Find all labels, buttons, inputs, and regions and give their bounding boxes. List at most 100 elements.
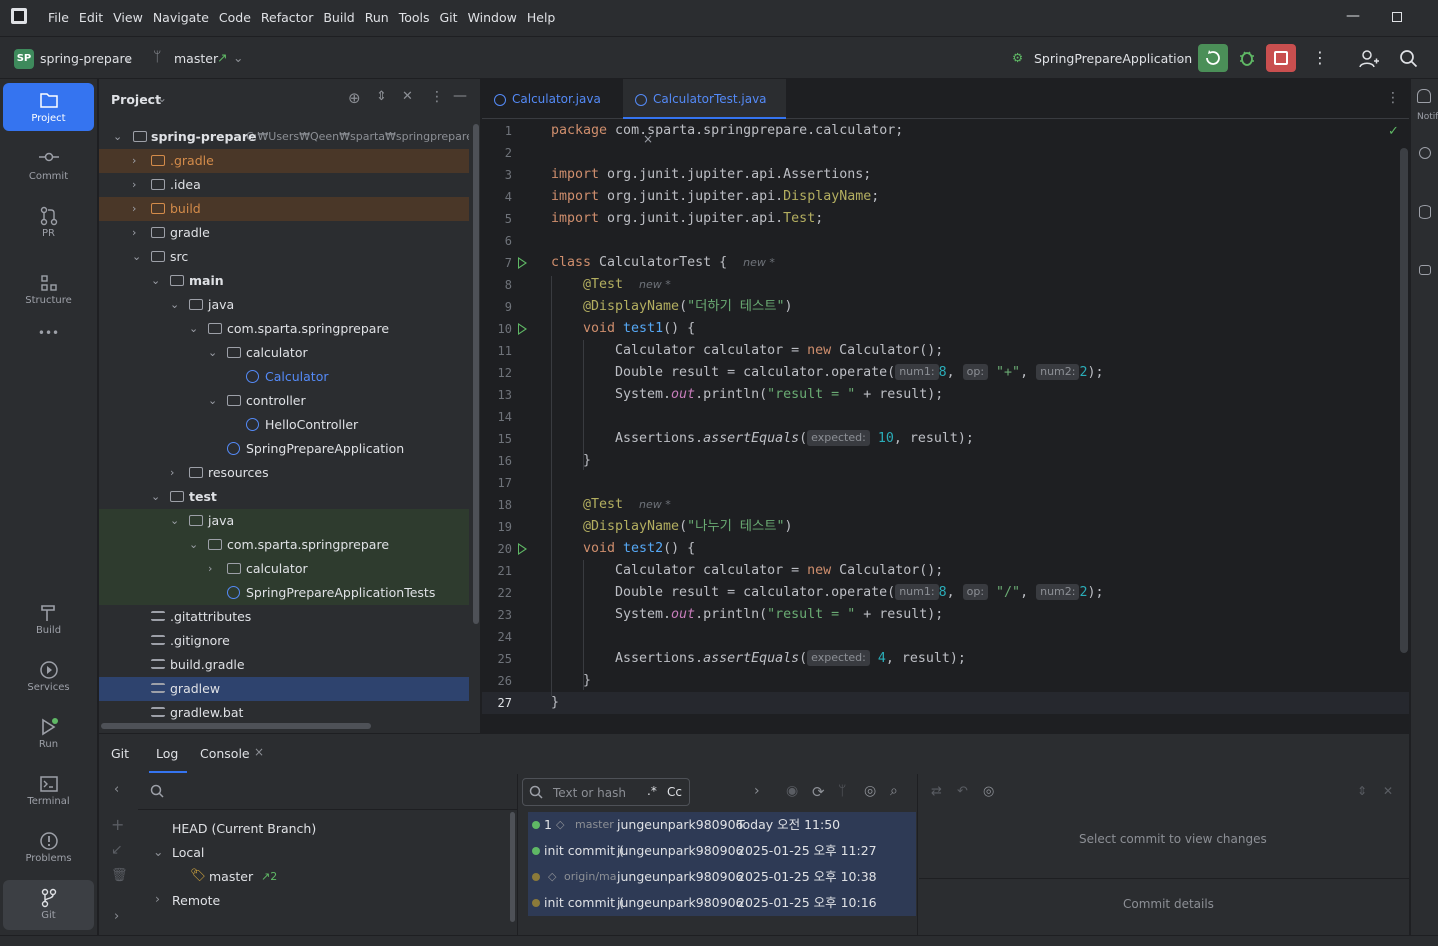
checkout-icon[interactable]: ↙	[111, 842, 123, 858]
database-icon[interactable]	[1419, 205, 1431, 219]
chevron-down-icon[interactable]: ⌄	[189, 533, 201, 557]
branches-scrollbar[interactable]	[510, 812, 515, 922]
tree-item[interactable]: ⌄ java	[99, 509, 469, 533]
menu-tools[interactable]: Tools	[399, 10, 430, 25]
chevron-down-icon[interactable]: ⌄	[170, 509, 182, 533]
commit-row[interactable]: 1 ◇ master jungeunpark980906 Today 오전 11…	[528, 812, 916, 838]
tree-item[interactable]: › build	[99, 197, 469, 221]
tree-root[interactable]: ⌄ spring-prepare C:₩Users₩Qeen₩sparta₩sp…	[99, 125, 469, 149]
run-gutter-icon[interactable]	[518, 323, 527, 335]
tree-item[interactable]: .gitattributes	[99, 605, 469, 629]
tree-item[interactable]: SpringPrepareApplicationTests	[99, 581, 469, 605]
menu-help[interactable]: Help	[527, 10, 556, 25]
refresh-icon[interactable]: ⟳	[812, 783, 825, 801]
chevron-down-icon[interactable]: ⌄	[157, 91, 167, 105]
hide-panel-icon[interactable]: —	[453, 88, 467, 104]
diff-icon[interactable]: ⇄	[931, 784, 942, 799]
tree-item[interactable]: ⌄ main	[99, 269, 469, 293]
menu-run[interactable]: Run	[365, 10, 389, 25]
chevron-right-icon[interactable]: ›	[754, 783, 760, 799]
chevron-right-icon[interactable]: ›	[208, 557, 220, 581]
ai-assistant-icon[interactable]	[1419, 147, 1431, 159]
menu-git[interactable]: Git	[440, 10, 458, 25]
chevron-down-icon[interactable]: ⌄	[153, 844, 163, 859]
match-case-toggle[interactable]: Cc	[667, 785, 682, 799]
tree-item[interactable]: SpringPrepareApplication	[99, 437, 469, 461]
rerun-button[interactable]	[1198, 44, 1228, 72]
chevron-down-icon[interactable]: ⌄	[189, 317, 201, 341]
vertical-scrollbar[interactable]	[473, 124, 479, 624]
menu-view[interactable]: View	[113, 10, 143, 25]
editor-scrollbar[interactable]	[1400, 148, 1408, 653]
terminal-tool-button[interactable]: Terminal	[3, 766, 94, 816]
branch-filter-icon[interactable]: ᛘ	[838, 783, 846, 799]
build-tool-button[interactable]: Build	[3, 595, 94, 645]
chevron-down-icon[interactable]: ⌄	[170, 293, 182, 317]
menu-window[interactable]: Window	[468, 10, 517, 25]
tree-item[interactable]: › calculator	[99, 557, 469, 581]
project-badge[interactable]: SP	[14, 49, 34, 69]
eye-icon[interactable]: ◎	[864, 783, 876, 799]
structure-tool-button[interactable]: Structure	[3, 265, 94, 315]
find-icon[interactable]: ⌕	[890, 783, 898, 799]
project-selector[interactable]: spring-prepare	[40, 51, 132, 66]
menu-file[interactable]: File	[48, 10, 69, 25]
debug-button[interactable]	[1236, 47, 1258, 69]
stop-button[interactable]	[1266, 44, 1296, 72]
more-actions-icon[interactable]: ⋮	[1312, 48, 1328, 67]
editor-options-icon[interactable]: ⋮	[1386, 90, 1400, 106]
chevron-right-icon[interactable]: ›	[132, 173, 144, 197]
add-user-button[interactable]	[1358, 48, 1380, 70]
delete-icon[interactable]: 🗑	[111, 868, 128, 883]
bell-icon[interactable]	[1417, 89, 1431, 103]
commit-row[interactable]: ◇ origin/ma jungeunpark980906 2025-01-25…	[528, 864, 916, 890]
tab-calculator-java[interactable]: Calculator.java	[494, 79, 614, 119]
commit-tool-button[interactable]: Commit	[3, 141, 94, 191]
branch-search[interactable]	[138, 774, 518, 810]
run-gutter-icon[interactable]	[518, 543, 527, 555]
chevron-right-icon[interactable]: ›	[132, 221, 144, 245]
menu-navigate[interactable]: Navigate	[153, 10, 209, 25]
options-icon[interactable]: ⋮	[430, 89, 444, 105]
tree-item[interactable]: gradlew.bat	[99, 701, 469, 725]
tree-item[interactable]: build.gradle	[99, 653, 469, 677]
tree-item[interactable]: › .idea	[99, 173, 469, 197]
branch-master[interactable]: master	[209, 869, 253, 884]
regex-toggle[interactable]: .*	[647, 784, 657, 798]
expand-icon[interactable]: ⇕	[1357, 784, 1367, 798]
collapse-all-icon[interactable]: ✕	[402, 89, 413, 104]
chevron-down-icon[interactable]: ⌄	[208, 389, 220, 413]
collapse-icon[interactable]: ✕	[1383, 784, 1393, 798]
tree-item[interactable]: ⌄ calculator	[99, 341, 469, 365]
expand-all-icon[interactable]: ⇕	[376, 89, 387, 104]
locate-icon[interactable]: ⊕	[348, 89, 361, 107]
chevron-right-icon[interactable]: ›	[170, 461, 182, 485]
chevron-right-icon[interactable]: ›	[155, 891, 160, 906]
chevron-down-icon[interactable]: ⌄	[151, 485, 163, 509]
maximize-icon[interactable]	[1392, 12, 1402, 22]
tree-item[interactable]: HelloController	[99, 413, 469, 437]
tab-calculatortest-java[interactable]: CalculatorTest.java ×	[623, 79, 786, 146]
tree-item[interactable]: ⌄ com.sparta.springprepare	[99, 317, 469, 341]
chevron-down-icon[interactable]: ⌄	[113, 125, 125, 149]
chevron-down-icon[interactable]: ⌄	[208, 341, 220, 365]
menu-code[interactable]: Code	[219, 10, 251, 25]
pr-tool-button[interactable]: PR	[3, 198, 94, 248]
branch-head[interactable]: HEAD (Current Branch)	[172, 821, 316, 836]
tree-item[interactable]: ⌄ com.sparta.springprepare	[99, 533, 469, 557]
tree-item[interactable]: › resources	[99, 461, 469, 485]
commit-row[interactable]: init commit ( jungeunpark980906 2025-01-…	[528, 838, 916, 864]
tree-item[interactable]: gradlew	[99, 677, 469, 701]
tree-item[interactable]: › .gradle	[99, 149, 469, 173]
project-panel-title[interactable]: Project	[111, 92, 161, 107]
tree-item[interactable]: › gradle	[99, 221, 469, 245]
revert-icon[interactable]: ↶	[957, 784, 968, 799]
menu-build[interactable]: Build	[323, 10, 354, 25]
chevron-right-icon[interactable]: ›	[114, 909, 119, 924]
chevron-right-icon[interactable]: ›	[132, 197, 144, 221]
services-tool-button[interactable]: Services	[3, 652, 94, 702]
chevron-down-icon[interactable]: ⌄	[123, 50, 133, 65]
chevron-down-icon[interactable]: ⌄	[233, 50, 243, 65]
horizontal-scrollbar[interactable]	[101, 723, 371, 729]
problems-tool-button[interactable]: Problems	[3, 823, 94, 873]
